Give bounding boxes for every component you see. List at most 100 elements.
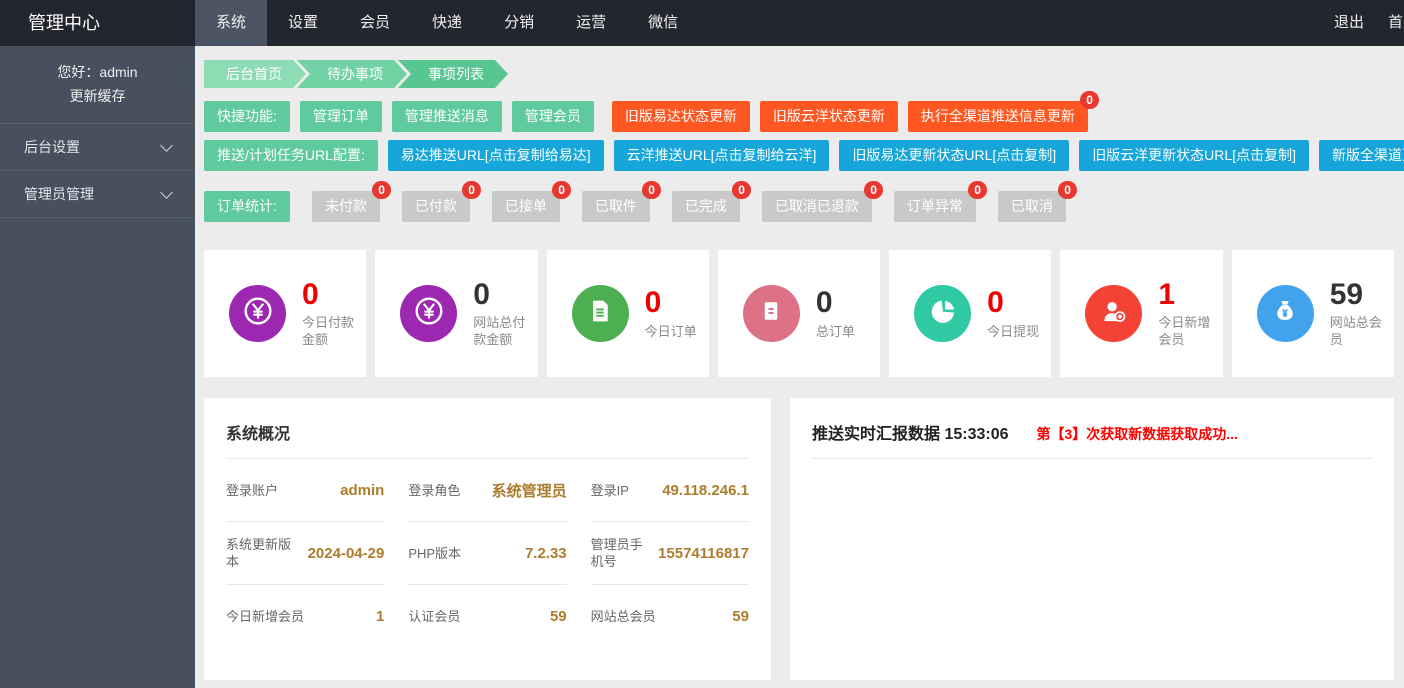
- stat-card-label: 网站总会员: [1330, 314, 1394, 348]
- quick-action-button-1[interactable]: 管理推送消息: [392, 101, 502, 132]
- overview-cell-value: admin: [340, 482, 384, 499]
- yen-circle-icon: [412, 294, 446, 333]
- stat-card-6: 59网站总会员: [1232, 250, 1394, 377]
- overview-cell-2-2: 网站总会员 59: [591, 585, 749, 648]
- user-greeting: 您好：admin: [0, 60, 195, 84]
- overview-cell-1-0: 系统更新版本 2024-04-29: [226, 522, 384, 585]
- overview-cell-label: 今日新增会员: [226, 608, 304, 625]
- user-plus-icon: [1098, 295, 1130, 332]
- breadcrumb-item-1[interactable]: 待办事项: [297, 60, 407, 88]
- sidebar: 您好：admin 更新缓存 后台设置管理员管理: [0, 46, 195, 688]
- stat-card-0: 0今日付款金额: [204, 250, 366, 377]
- breadcrumb-item-0[interactable]: 后台首页: [204, 60, 306, 88]
- stat-card-info: 59网站总会员: [1330, 279, 1394, 349]
- overview-cell-value: 59: [732, 608, 749, 625]
- url-copy-button-2[interactable]: 旧版易达更新状态URL[点击复制]: [839, 140, 1069, 171]
- stat-card-2: 0 今日订单: [547, 250, 709, 377]
- count-badge: 0: [1058, 181, 1077, 199]
- overview-cell-0-0: 登录账户 admin: [226, 459, 384, 522]
- url-config-row: 推送/计划任务URL配置: 易达推送URL[点击复制给易达] 云洋推送URL[点击…: [204, 140, 1394, 171]
- stat-card-label: 网站总付款金额: [473, 314, 537, 348]
- order-stat-button-3[interactable]: 已取件0: [582, 191, 650, 222]
- refresh-cache-link[interactable]: 更新缓存: [0, 84, 195, 108]
- nav-item-5[interactable]: 运营: [555, 0, 627, 46]
- sidebar-item-1[interactable]: 管理员管理: [0, 171, 195, 218]
- quick-action-button-2[interactable]: 管理会员: [512, 101, 594, 132]
- order-stat-button-5[interactable]: 已取消已退款0: [762, 191, 872, 222]
- quick-actions-label: 快捷功能:: [204, 101, 290, 132]
- push-report-panel: 推送实时汇报数据 15:33:06 第【3】次获取新数据获取成功...: [790, 398, 1394, 680]
- overview-cell-value: 59: [550, 608, 567, 625]
- stat-card-label: 今日订单: [645, 323, 697, 340]
- stat-card-info: 0网站总付款金额: [473, 279, 537, 349]
- stat-card-value: 0: [473, 279, 537, 311]
- sidebar-item-0[interactable]: 后台设置: [0, 124, 195, 171]
- nav-item-6[interactable]: 微信: [627, 0, 699, 46]
- legacy-update-button-0[interactable]: 旧版易达状态更新: [612, 101, 750, 132]
- stat-card-label: 总订单: [816, 323, 855, 340]
- overview-cell-label: 管理员手机号: [591, 536, 652, 570]
- overview-cell-value: 2024-04-29: [308, 545, 385, 562]
- nav-item-2[interactable]: 会员: [339, 0, 411, 46]
- page-icon: [756, 296, 786, 331]
- count-badge: 0: [732, 181, 751, 199]
- main-menu: 系统设置会员快递分销运营微信: [195, 0, 699, 46]
- url-copy-button-0[interactable]: 易达推送URL[点击复制给易达]: [388, 140, 604, 171]
- overview-cell-value: 系统管理员: [492, 480, 567, 501]
- nav-item-3[interactable]: 快递: [411, 0, 483, 46]
- order-stat-button-0[interactable]: 未付款0: [312, 191, 380, 222]
- legacy-update-button-1[interactable]: 旧版云洋状态更新: [760, 101, 898, 132]
- order-stat-button-1[interactable]: 已付款0: [402, 191, 470, 222]
- order-stat-button-2[interactable]: 已接单0: [492, 191, 560, 222]
- order-stats-row: 订单统计: 未付款0已付款0已接单0已取件0已完成0已取消已退款0订单异常0已取…: [204, 191, 1394, 222]
- stat-card-info: 1今日新增会员: [1158, 279, 1222, 349]
- nav-item-4[interactable]: 分销: [483, 0, 555, 46]
- url-config-label: 推送/计划任务URL配置:: [204, 140, 378, 171]
- legacy-update-button-2[interactable]: 执行全渠道推送信息更新0: [908, 101, 1088, 132]
- order-stat-button-6[interactable]: 订单异常0: [894, 191, 976, 222]
- push-report-header: 推送实时汇报数据 15:33:06 第【3】次获取新数据获取成功...: [812, 416, 1372, 459]
- url-copy-button-3[interactable]: 旧版云洋更新状态URL[点击复制]: [1079, 140, 1309, 171]
- count-badge: 0: [372, 181, 391, 199]
- stat-card-4: 0今日提现: [889, 250, 1051, 377]
- nav-item-0[interactable]: 系统: [195, 0, 267, 46]
- quick-action-button-0[interactable]: 管理订单: [300, 101, 382, 132]
- stat-card-1: 0网站总付款金额: [375, 250, 537, 377]
- overview-cell-value: 1: [376, 608, 384, 625]
- money-bag-circle: [1257, 285, 1314, 342]
- overview-cell-label: 认证会员: [408, 608, 460, 625]
- page-circle: [743, 285, 800, 342]
- nav-right-item-0[interactable]: 退出: [1322, 0, 1376, 46]
- user-block: 您好：admin 更新缓存: [0, 46, 195, 124]
- stat-card-3: 0总订单: [718, 250, 880, 377]
- count-badge: 0: [642, 181, 661, 199]
- url-copy-button-1[interactable]: 云洋推送URL[点击复制给云洋]: [614, 140, 830, 171]
- push-report-status: 第【3】次获取新数据获取成功...: [1037, 424, 1238, 444]
- stat-card-5: 1今日新增会员: [1060, 250, 1222, 377]
- sidebar-item-label: 后台设置: [24, 137, 80, 157]
- yen-circle-circle: [400, 285, 457, 342]
- user-plus-circle: [1085, 285, 1142, 342]
- url-copy-button-4[interactable]: 新版全渠道更新状态URL[点击复制]: [1319, 140, 1404, 171]
- count-badge: 0: [462, 181, 481, 199]
- overview-cell-1-2: 管理员手机号15574116817: [591, 522, 749, 585]
- overview-cell-label: 系统更新版本: [226, 536, 302, 570]
- breadcrumb-item-2[interactable]: 事项列表: [398, 60, 508, 88]
- nav-item-1[interactable]: 设置: [267, 0, 339, 46]
- overview-cell-value: 7.2.33: [525, 545, 567, 562]
- overview-cell-label: 登录账户: [226, 482, 278, 499]
- system-overview-panel: 系统概况 登录账户admin登录角色系统管理员登录IP49.118.246.1系…: [204, 398, 771, 680]
- order-stat-button-4[interactable]: 已完成0: [672, 191, 740, 222]
- stat-card-value: 0: [645, 287, 697, 319]
- overview-cell-label: PHP版本: [408, 545, 461, 562]
- order-stat-button-7[interactable]: 已取消0: [998, 191, 1066, 222]
- overview-cell-0-2: 登录IP49.118.246.1: [591, 459, 749, 522]
- nav-right-item-1[interactable]: 首页: [1376, 0, 1404, 46]
- sidebar-menu: 后台设置管理员管理: [0, 124, 195, 218]
- bottom-panels: 系统概况 登录账户admin登录角色系统管理员登录IP49.118.246.1系…: [204, 398, 1394, 680]
- main-content: 后台首页待办事项事项列表 快捷功能: 管理订单管理推送消息管理会员旧版易达状态更…: [195, 0, 1404, 680]
- nav-right-menu: 退出首页: [1322, 0, 1404, 46]
- count-badge: 0: [968, 181, 987, 199]
- overview-cell-label: 网站总会员: [591, 608, 656, 625]
- stat-card-label: 今日新增会员: [1158, 314, 1222, 348]
